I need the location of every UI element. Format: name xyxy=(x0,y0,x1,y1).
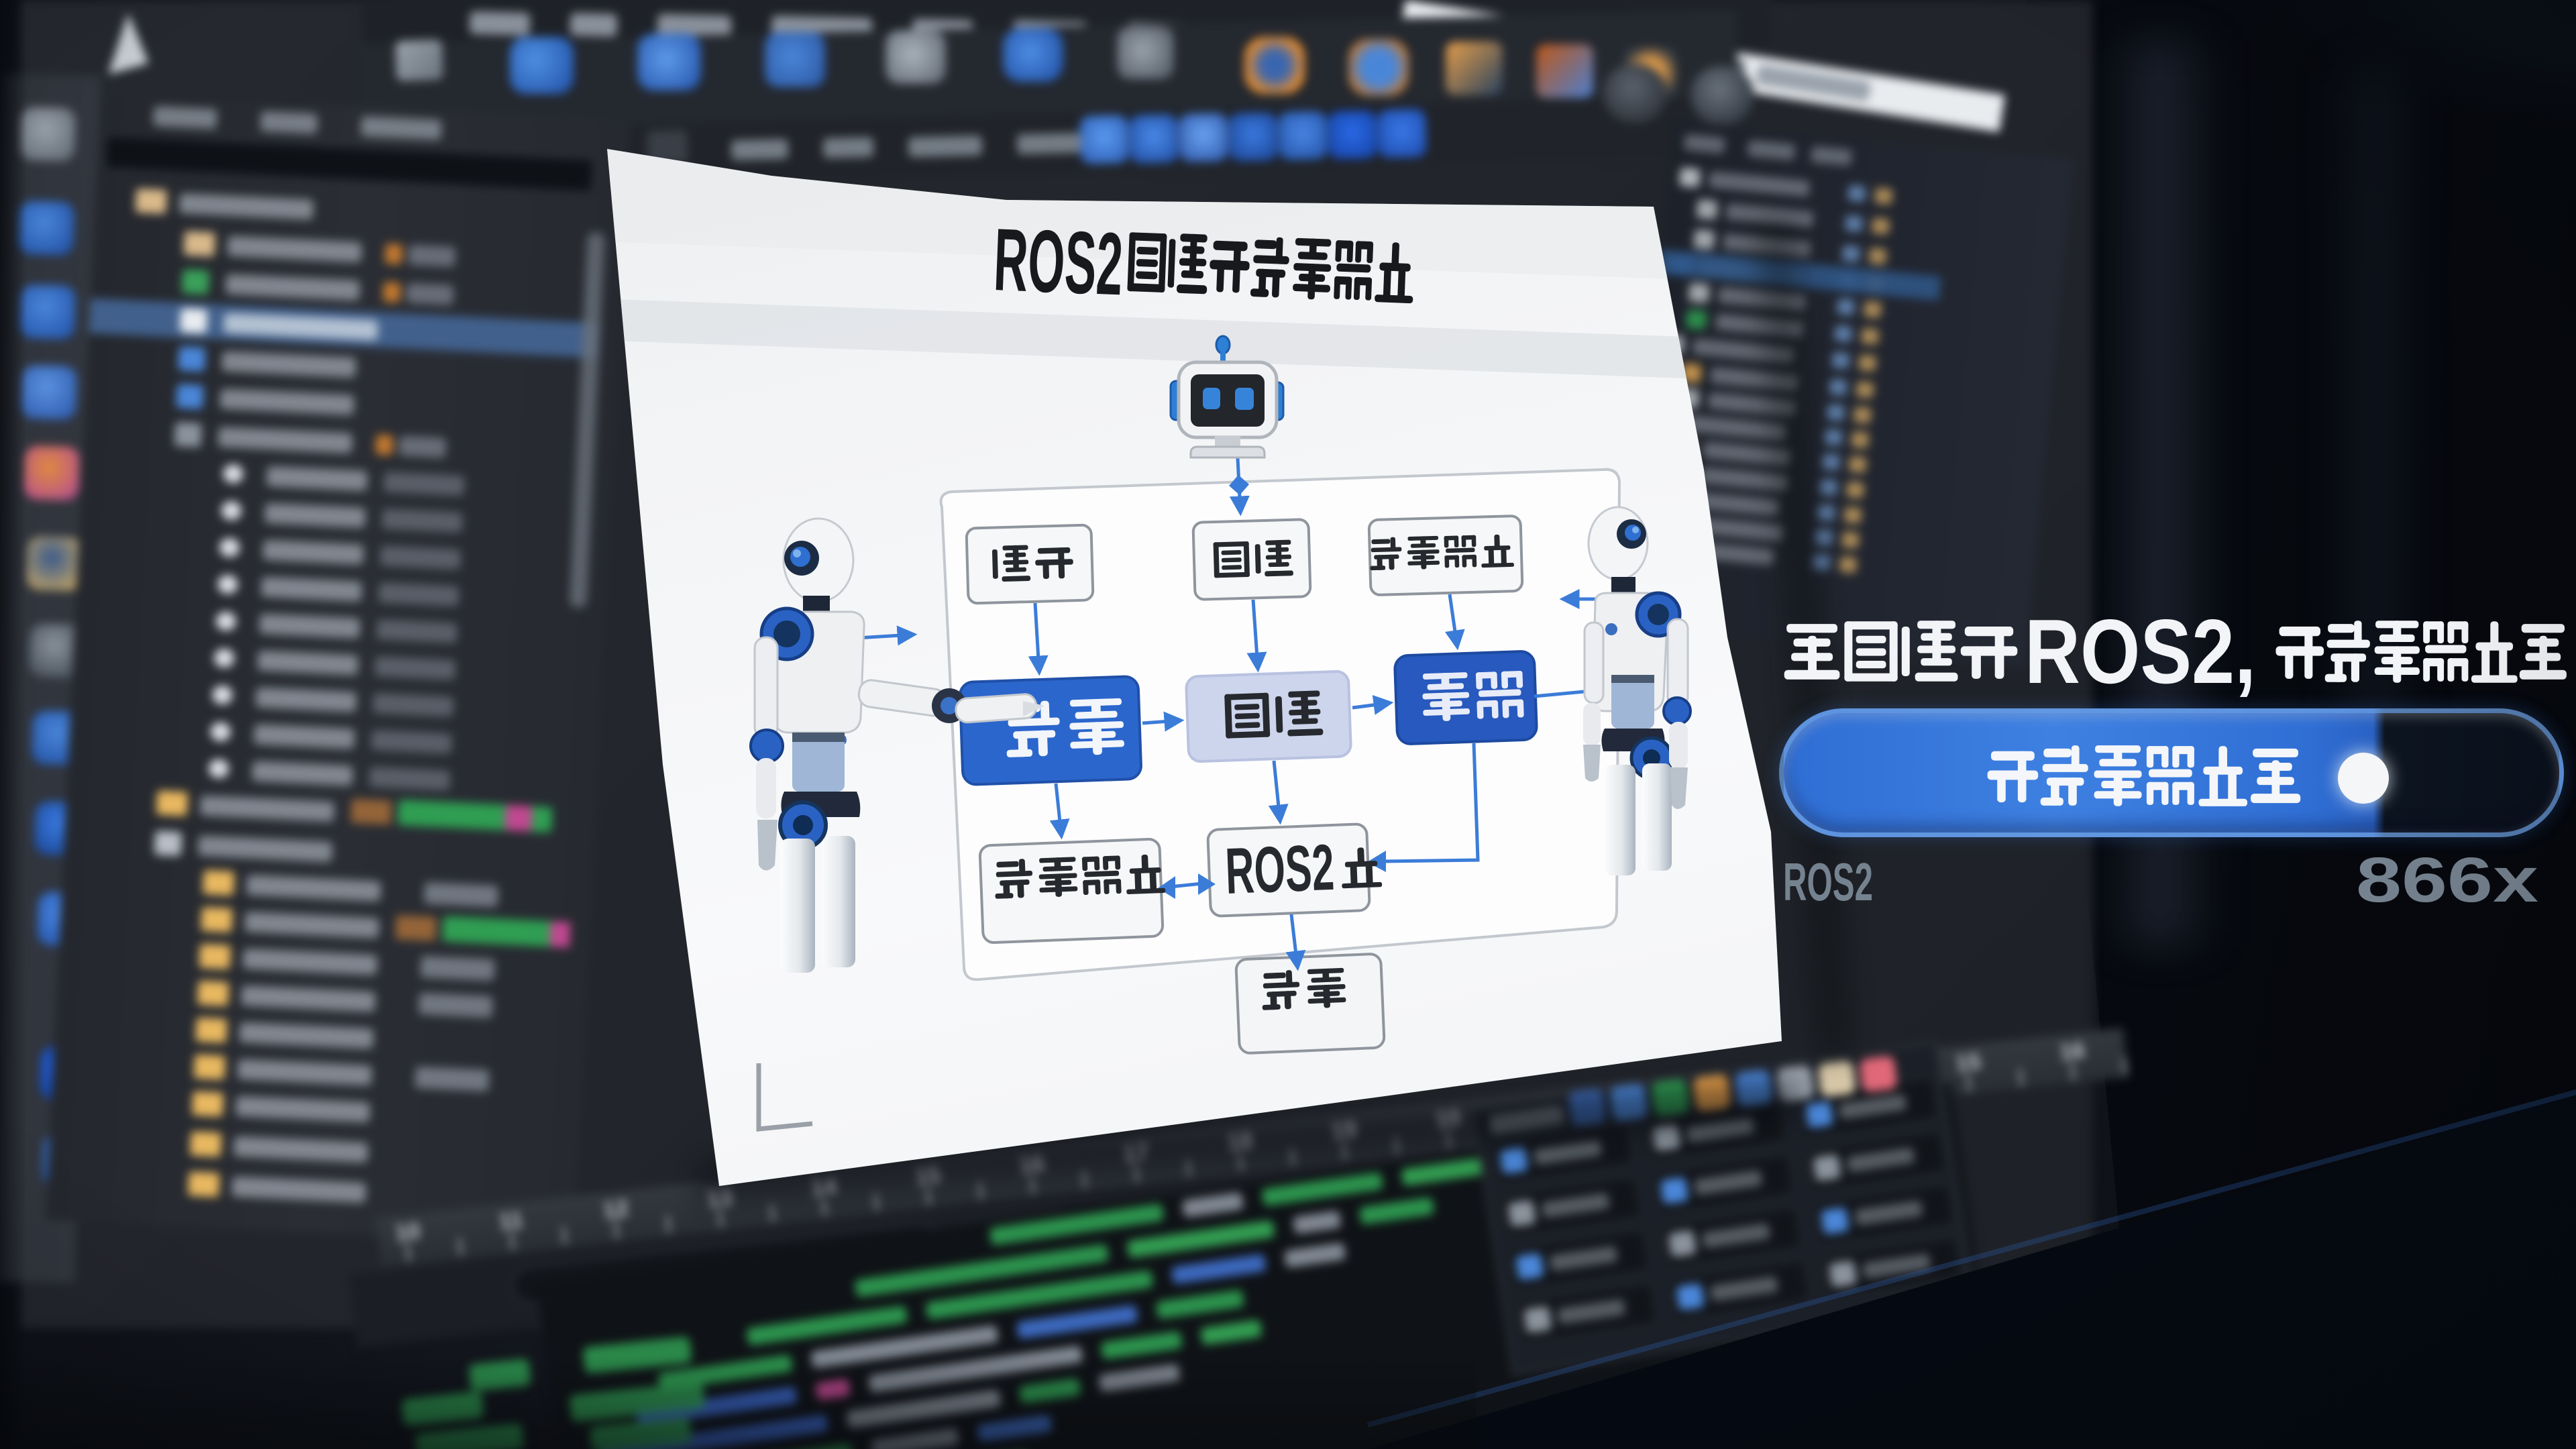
svg-text:866x: 866x xyxy=(2356,845,2538,916)
svg-text:ROS2: ROS2 xyxy=(1224,830,1336,908)
svg-text:ROS2,: ROS2, xyxy=(2025,600,2256,702)
svg-text:ROS2: ROS2 xyxy=(992,210,1125,313)
svg-text:ROS2: ROS2 xyxy=(1783,852,1873,912)
